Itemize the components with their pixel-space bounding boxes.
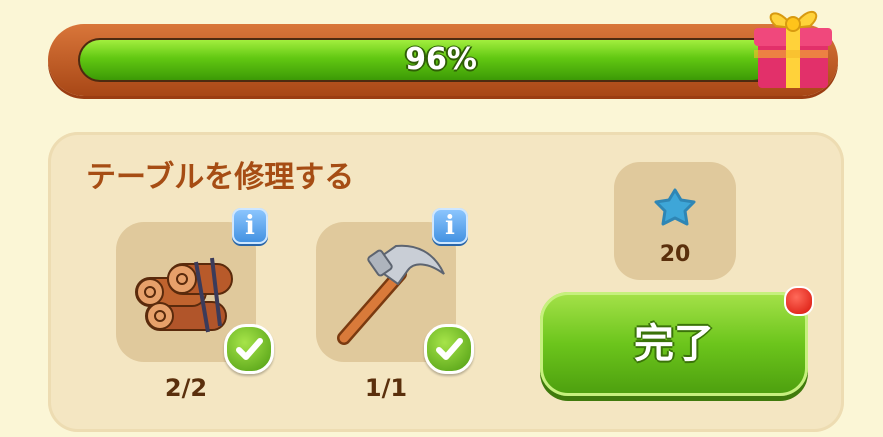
complete-button[interactable]: 完了: [540, 292, 808, 396]
item-count: 2/2: [164, 374, 208, 402]
blue-star-icon: [654, 188, 696, 226]
task-title: テーブルを修理する: [86, 160, 355, 195]
reward-amount: 20: [659, 242, 691, 267]
progress-bar: 96%: [48, 24, 838, 96]
progress-percent: 96%: [405, 42, 477, 77]
complete-button-label: 完了: [634, 321, 714, 367]
reward-slot: 20: [614, 162, 736, 280]
info-button[interactable]: i: [232, 208, 268, 244]
progress-track: 96%: [78, 38, 804, 82]
item-count: 1/1: [364, 374, 408, 402]
info-button[interactable]: i: [432, 208, 468, 244]
complete-check-icon: [424, 324, 474, 374]
gift-box-icon[interactable]: [748, 0, 834, 92]
notification-dot: [784, 286, 814, 316]
complete-check-icon: [224, 324, 274, 374]
